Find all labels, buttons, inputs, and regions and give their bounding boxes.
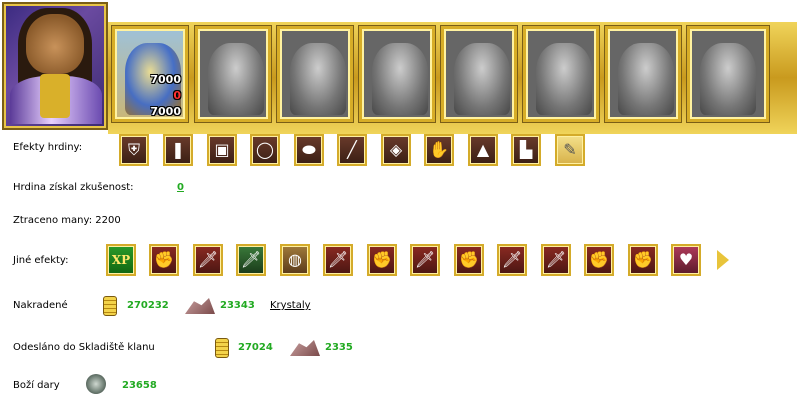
fist-sword-icon[interactable]: ✊ xyxy=(367,244,397,276)
sword-icon[interactable]: 🗡 xyxy=(497,244,527,276)
unit-slot-1[interactable]: 7000 0 7000 xyxy=(112,26,188,122)
fist-sword-icon[interactable]: ✊ xyxy=(149,244,179,276)
sent-ore-value: 2335 xyxy=(325,342,353,353)
hero-effects-label: Efekty hrdiny: xyxy=(13,142,83,153)
unit-slot-5[interactable] xyxy=(441,26,517,122)
gifts-label: Boží dary xyxy=(13,380,60,391)
boots-icon[interactable]: ▙ xyxy=(511,134,541,166)
gifts-value: 23658 xyxy=(122,380,157,391)
sword-icon[interactable]: 🗡 xyxy=(541,244,571,276)
sent-gold-value: 27024 xyxy=(238,342,273,353)
scroll-icon[interactable]: ❚ xyxy=(163,134,193,166)
stolen-gold-value: 270232 xyxy=(127,300,169,311)
cape-icon[interactable]: ▲ xyxy=(468,134,498,166)
crystals-link[interactable]: Krystaly xyxy=(270,300,311,311)
sword-icon[interactable]: 🗡 xyxy=(323,244,353,276)
unit-figure-icon xyxy=(454,43,510,115)
ring-icon[interactable]: ◯ xyxy=(250,134,280,166)
unit-figure-icon xyxy=(372,43,428,115)
fist-sword-icon[interactable]: ✊ xyxy=(628,244,658,276)
unit-figure-icon xyxy=(618,43,674,115)
unit-slot-6[interactable] xyxy=(523,26,599,122)
green-sword-icon[interactable]: 🗡 xyxy=(236,244,266,276)
ore-icon xyxy=(290,340,320,356)
fist-sword-icon[interactable]: ✊ xyxy=(454,244,484,276)
stolen-ore-value: 23343 xyxy=(220,300,255,311)
hero-portrait[interactable] xyxy=(2,2,108,130)
gold-bag-icon[interactable]: ◍ xyxy=(280,244,310,276)
feather-icon[interactable]: ✎ xyxy=(555,134,585,166)
divine-gem-icon xyxy=(86,374,106,394)
unit-figure-icon xyxy=(536,43,592,115)
stolen-label: Nakradené xyxy=(13,300,68,311)
unit-count-bottom: 7000 xyxy=(150,105,181,118)
unit-count-top: 7000 xyxy=(150,73,181,86)
gold-coin-icon xyxy=(103,296,117,316)
unit-slot-7[interactable] xyxy=(605,26,681,122)
unit-slot-8[interactable] xyxy=(687,26,769,122)
mana-lost-label: Ztraceno many: 2200 xyxy=(13,215,121,226)
unit-figure-icon xyxy=(700,43,756,115)
shield-icon[interactable]: ⬬ xyxy=(294,134,324,166)
unit-slot-2[interactable] xyxy=(195,26,271,122)
gold-coin-icon xyxy=(215,338,229,358)
sword-icon[interactable]: ╱ xyxy=(337,134,367,166)
fist-sword-icon[interactable]: ✊ xyxy=(584,244,614,276)
buckler-icon[interactable]: ◈ xyxy=(381,134,411,166)
unit-slot-3[interactable] xyxy=(277,26,353,122)
xp-icon[interactable]: XP xyxy=(106,244,136,276)
heart-sword-icon[interactable]: ♥ xyxy=(671,244,701,276)
experience-value[interactable]: 0 xyxy=(177,182,184,193)
unit-figure-icon xyxy=(208,43,264,115)
chest-icon[interactable]: ▣ xyxy=(207,134,237,166)
unit-slot-4[interactable] xyxy=(359,26,435,122)
unit-count-lost: 0 xyxy=(173,89,181,102)
hero-face xyxy=(26,14,84,74)
sword-icon[interactable]: 🗡 xyxy=(193,244,223,276)
unit-figure-icon xyxy=(290,43,346,115)
sent-to-clan-label: Odesláno do Skladiště klanu xyxy=(13,342,155,353)
armor-icon[interactable]: ⛨ xyxy=(119,134,149,166)
sword-icon[interactable]: 🗡 xyxy=(410,244,440,276)
other-effects-label: Jiné efekty: xyxy=(13,255,69,266)
hero-collar xyxy=(40,74,70,118)
experience-label: Hrdina získal zkušenost: xyxy=(13,182,134,193)
ore-icon xyxy=(185,298,215,314)
glove-icon[interactable]: ✋ xyxy=(424,134,454,166)
scroll-right-arrow-icon[interactable] xyxy=(717,250,729,270)
